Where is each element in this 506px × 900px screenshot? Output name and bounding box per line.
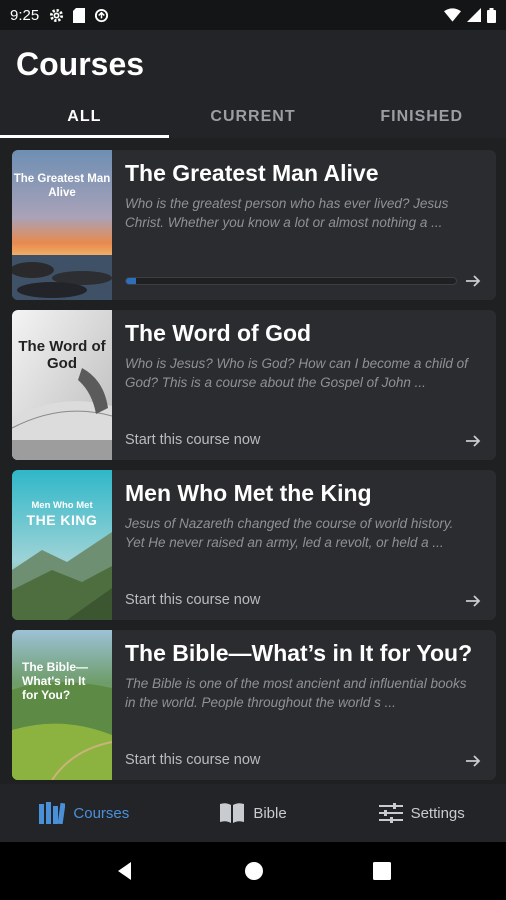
open-bible-image bbox=[12, 310, 112, 460]
thumbnail-title: THE KING bbox=[26, 512, 98, 528]
course-description: The Bible is one of the most ancient and… bbox=[125, 676, 467, 710]
arrow-right-icon[interactable] bbox=[464, 272, 482, 290]
signal-icon bbox=[467, 8, 481, 22]
tab-all[interactable]: ALL bbox=[0, 96, 169, 138]
sliders-icon bbox=[378, 803, 403, 823]
mountain-valley-image bbox=[12, 470, 112, 620]
thumbnail-title: The Word of God bbox=[18, 338, 106, 372]
page-title: Courses bbox=[16, 46, 145, 82]
battery-icon bbox=[487, 7, 496, 23]
start-course-link[interactable]: Start this course now bbox=[125, 432, 260, 448]
course-card-men-who-met-the-king[interactable]: Men Who Met THE KING Men Who Met the Kin… bbox=[12, 470, 496, 620]
thumbnail-title: The Bible— What's in It for You? bbox=[22, 660, 89, 702]
course-thumbnail: The Greatest Man Alive bbox=[12, 150, 112, 300]
nav-settings-label: Settings bbox=[410, 804, 465, 822]
tab-current[interactable]: CURRENT bbox=[169, 96, 338, 138]
tab-finished[interactable]: FINISHED bbox=[337, 96, 506, 138]
arrow-right-icon[interactable] bbox=[464, 592, 482, 610]
data-saver-icon bbox=[95, 8, 109, 22]
green-hills-image bbox=[12, 630, 112, 780]
thumbnail-title: The Greatest Man Alive bbox=[13, 173, 111, 199]
bottom-navigation: Courses Bible Settings bbox=[0, 784, 506, 842]
course-card-word-of-god[interactable]: The Word of God The Word of God Who is J… bbox=[12, 310, 496, 460]
course-title: The Bible—What’s in It for You? bbox=[125, 640, 473, 666]
books-icon bbox=[39, 802, 66, 824]
status-bar: 9:25 bbox=[0, 0, 506, 30]
start-course-link[interactable]: Start this course now bbox=[125, 592, 260, 608]
back-triangle-icon[interactable] bbox=[115, 861, 135, 881]
course-thumbnail: Men Who Met THE KING bbox=[12, 470, 112, 620]
nav-bible-label: Bible bbox=[253, 804, 287, 822]
gear-icon bbox=[50, 8, 64, 22]
course-description: Who is the greatest person who has ever … bbox=[125, 196, 449, 230]
wifi-icon bbox=[444, 8, 461, 22]
course-thumbnail: The Word of God bbox=[12, 310, 112, 460]
course-title: The Greatest Man Alive bbox=[125, 160, 379, 186]
start-course-link[interactable]: Start this course now bbox=[125, 752, 260, 768]
course-title: Men Who Met the King bbox=[125, 480, 372, 506]
nav-courses[interactable]: Courses bbox=[0, 784, 169, 842]
tab-bar: ALL CURRENT FINISHED bbox=[0, 96, 506, 138]
arrow-right-icon[interactable] bbox=[464, 752, 482, 770]
home-circle-icon[interactable] bbox=[244, 861, 264, 881]
course-title: The Word of God bbox=[125, 320, 312, 346]
course-card-bible-whats-in-it[interactable]: The Bible— What's in It for You? The Bib… bbox=[12, 630, 496, 780]
arrow-right-icon[interactable] bbox=[464, 432, 482, 450]
course-description: Jesus of Nazareth changed the course of … bbox=[125, 516, 454, 550]
system-navigation-bar bbox=[0, 842, 506, 900]
sd-card-icon bbox=[73, 7, 86, 23]
nav-courses-label: Courses bbox=[73, 804, 130, 822]
status-time: 9:25 bbox=[10, 6, 40, 24]
course-card-greatest-man-alive[interactable]: The Greatest Man Alive The Greatest Man … bbox=[12, 150, 496, 300]
course-thumbnail: The Bible— What's in It for You? bbox=[12, 630, 112, 780]
course-progress-fill bbox=[126, 278, 136, 284]
nav-settings[interactable]: Settings bbox=[337, 784, 506, 842]
thumbnail-subtitle: Men Who Met bbox=[31, 500, 93, 511]
open-book-icon bbox=[220, 803, 245, 823]
course-description: Who is Jesus? Who is God? How can I beco… bbox=[125, 356, 468, 390]
course-progress-bar bbox=[125, 277, 457, 285]
app-header: Courses ALL CURRENT FINISHED bbox=[0, 30, 506, 138]
recents-square-icon[interactable] bbox=[373, 862, 392, 880]
course-list: The Greatest Man Alive The Greatest Man … bbox=[0, 140, 506, 784]
nav-bible[interactable]: Bible bbox=[169, 784, 338, 842]
